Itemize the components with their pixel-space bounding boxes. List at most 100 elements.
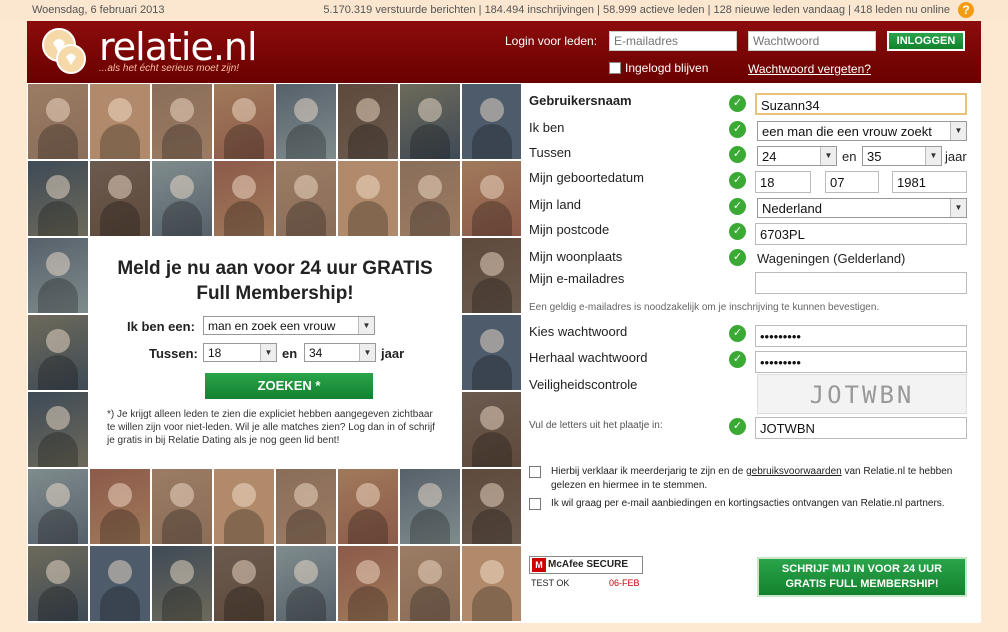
member-photo-body (410, 586, 450, 621)
member-photo[interactable] (400, 546, 460, 621)
search-button[interactable]: ZOEKEN * (205, 373, 373, 399)
password-label: Kies wachtwoord (529, 324, 628, 339)
signup-line1: SCHRIJF MIJ IN VOOR 24 UUR (781, 563, 943, 575)
country-select[interactable]: Nederland ▼ (757, 198, 967, 218)
member-photo[interactable] (214, 161, 274, 236)
forgot-password-link[interactable]: Wachtwoord vergeten? (748, 62, 871, 76)
terms-link[interactable]: gebruiksvoorwaarden (746, 466, 842, 477)
member-photo-face (170, 98, 194, 122)
newsletter-checkbox[interactable] (529, 498, 541, 510)
member-photo-body (224, 586, 264, 621)
member-photo-body (472, 432, 512, 467)
member-photo[interactable] (338, 546, 398, 621)
member-photo-body (472, 278, 512, 313)
captcha-input[interactable]: JOTWBN (755, 417, 967, 439)
gender-select[interactable]: een man die een vrouw zoekt ▼ (757, 121, 967, 141)
mcafee-badge[interactable]: M McAfee SECURE TEST OK 06-FEB (529, 556, 643, 590)
email-input[interactable] (755, 272, 967, 294)
member-photo-body (286, 124, 326, 159)
member-photo-face (418, 483, 442, 507)
email-label: Mijn e-mailadres (529, 271, 625, 286)
member-photo[interactable] (276, 161, 336, 236)
member-photo[interactable] (28, 161, 88, 236)
chevron-down-icon: ▼ (950, 122, 966, 140)
username-input[interactable]: Suzann34 (755, 93, 967, 115)
member-photo-body (162, 586, 202, 621)
member-photo[interactable] (90, 161, 150, 236)
dob-label: Mijn geboortedatum (529, 170, 644, 185)
member-photo[interactable] (462, 469, 522, 544)
signup-button[interactable]: SCHRIJF MIJ IN VOOR 24 UUR GRATIS FULL M… (757, 557, 967, 597)
help-icon[interactable]: ? (958, 2, 974, 18)
password-input[interactable]: ••••••••• (755, 325, 967, 347)
member-photo[interactable] (400, 469, 460, 544)
member-photo[interactable] (152, 469, 212, 544)
postcode-input[interactable]: 6703PL (755, 223, 967, 245)
current-date: Woensdag, 6 februari 2013 (32, 4, 165, 16)
member-photo[interactable] (28, 546, 88, 621)
age-from-select[interactable]: 24 ▼ (757, 146, 837, 166)
member-photo[interactable] (90, 469, 150, 544)
dob-day-input[interactable]: 18 (755, 171, 811, 193)
check-icon: ✓ (729, 223, 746, 240)
member-photo[interactable] (338, 469, 398, 544)
member-photo[interactable] (28, 392, 88, 467)
chevron-down-icon: ▼ (359, 344, 375, 361)
member-photo[interactable] (28, 84, 88, 159)
member-photo-body (38, 278, 78, 313)
member-photo[interactable] (462, 238, 522, 313)
member-photo[interactable] (462, 84, 522, 159)
member-photo-body (38, 355, 78, 390)
member-photo[interactable] (90, 84, 150, 159)
member-photo-body (38, 509, 78, 544)
member-photo[interactable] (90, 546, 150, 621)
member-photo-face (294, 483, 318, 507)
dob-month-input[interactable]: 07 (825, 171, 879, 193)
promo-gender-select[interactable]: man en zoek een vrouw ▼ (203, 316, 375, 335)
member-photo[interactable] (462, 392, 522, 467)
member-photo-face (294, 560, 318, 584)
hearts-logo-icon[interactable] (39, 25, 89, 77)
member-photo[interactable] (276, 546, 336, 621)
member-photo[interactable] (28, 315, 88, 390)
member-photo[interactable] (276, 469, 336, 544)
member-photo[interactable] (152, 546, 212, 621)
dob-year-input[interactable]: 1981 (892, 171, 967, 193)
member-photo-body (162, 124, 202, 159)
member-photo-face (108, 483, 132, 507)
member-photo-body (472, 586, 512, 621)
login-password-input[interactable] (748, 31, 876, 51)
member-photo[interactable] (214, 469, 274, 544)
password-repeat-input[interactable]: ••••••••• (755, 351, 967, 373)
login-button[interactable]: INLOGGEN (887, 31, 965, 51)
jaar-label: jaar (381, 346, 405, 361)
member-photo[interactable] (338, 84, 398, 159)
member-photo[interactable] (214, 546, 274, 621)
member-photo[interactable] (214, 84, 274, 159)
member-photo[interactable] (462, 546, 522, 621)
promo-age-from-select[interactable]: 18 ▼ (203, 343, 277, 362)
member-photo[interactable] (400, 161, 460, 236)
mcafee-logo: M McAfee SECURE (529, 556, 643, 574)
member-photo[interactable] (338, 161, 398, 236)
terms-checkbox[interactable] (529, 466, 541, 478)
remember-me-checkbox[interactable]: Ingelogd blijven (609, 61, 708, 75)
member-photo-face (108, 175, 132, 199)
promo-age-from-value: 18 (208, 346, 222, 360)
member-photo[interactable] (28, 238, 88, 313)
member-photo[interactable] (276, 84, 336, 159)
remember-me-box[interactable] (609, 62, 621, 74)
member-photo[interactable] (28, 469, 88, 544)
member-photo[interactable] (152, 84, 212, 159)
member-photo[interactable] (462, 161, 522, 236)
password-repeat-label: Herhaal wachtwoord (529, 350, 648, 365)
age-to-select[interactable]: 35 ▼ (862, 146, 942, 166)
member-photo-body (286, 201, 326, 236)
promo-age-to-select[interactable]: 34 ▼ (304, 343, 376, 362)
member-photo[interactable] (152, 161, 212, 236)
member-photo[interactable] (462, 315, 522, 390)
login-email-input[interactable] (609, 31, 737, 51)
member-photo-face (232, 98, 256, 122)
mcafee-date: 06-FEB (609, 578, 640, 588)
member-photo[interactable] (400, 84, 460, 159)
